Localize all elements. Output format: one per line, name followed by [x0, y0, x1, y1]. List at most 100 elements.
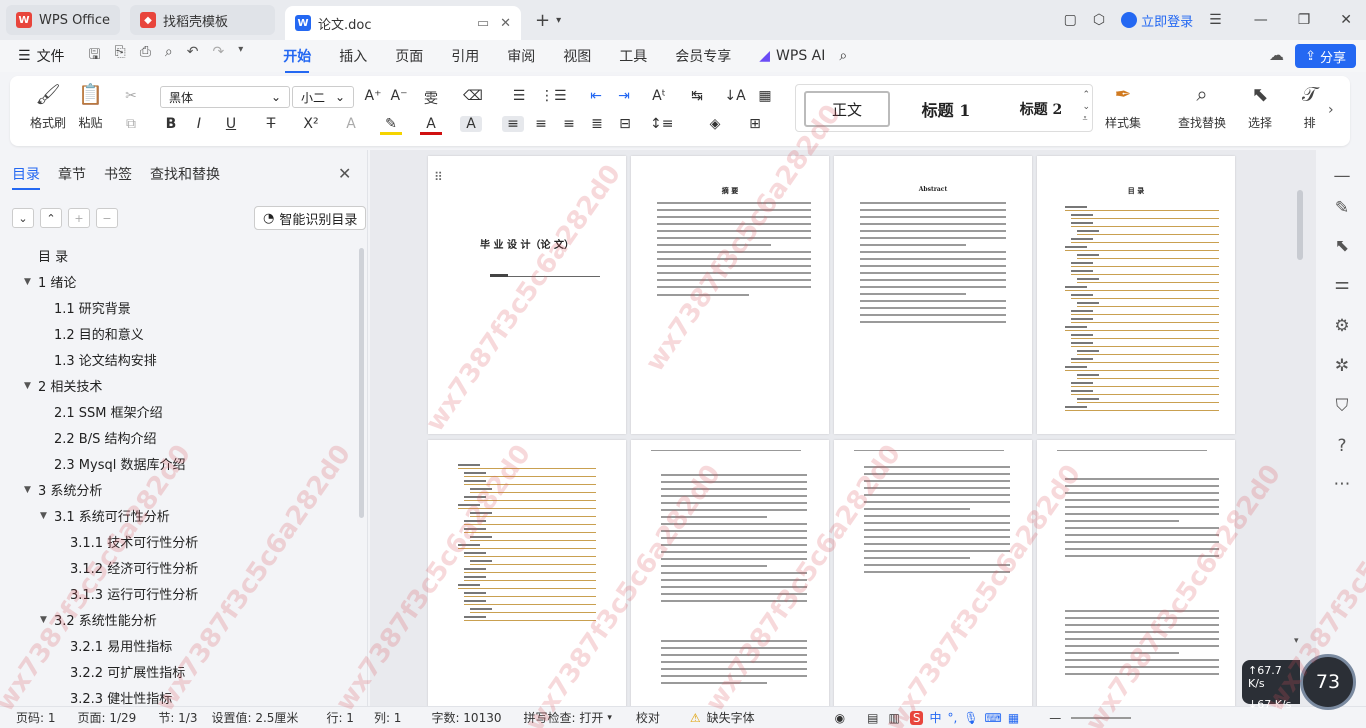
close-icon[interactable]: ✕ — [338, 164, 351, 183]
redo-icon[interactable]: ↷ — [212, 44, 224, 68]
toc-item[interactable]: 1.2 目的和意义 — [54, 324, 144, 343]
column-icon[interactable]: ▦ — [754, 88, 776, 104]
toc-item[interactable]: 3.1.2 经济可行性分析 — [70, 558, 198, 577]
bold-icon[interactable]: B — [160, 116, 182, 132]
toc-item[interactable]: 1.1 研究背景 — [54, 298, 131, 317]
collapse-up-icon[interactable]: ⌃ — [40, 208, 62, 228]
zoom-out-icon[interactable]: — — [1049, 711, 1061, 725]
status-page[interactable]: 页面: 1/29 — [78, 709, 137, 726]
shirt-icon[interactable]: ⛉ — [1330, 396, 1354, 416]
text-direction-icon[interactable]: Aᵗ — [648, 88, 670, 104]
search-icon[interactable]: ⌕ — [839, 48, 847, 64]
toc-item[interactable]: 3.2.3 健壮性指标 — [70, 688, 172, 707]
tab-document[interactable]: W 论文.doc ▭ ✕ — [285, 6, 522, 40]
tab-member[interactable]: 会员专享 — [675, 46, 731, 66]
new-tab-icon[interactable]: + — [535, 10, 550, 31]
nav-tab-bookmark[interactable]: 书签 — [104, 164, 132, 184]
strikethrough-icon[interactable]: T — [260, 116, 282, 132]
toc-item[interactable]: ▼ 2 相关技术 — [24, 376, 102, 395]
line-wrap-icon[interactable]: ↹ — [686, 88, 708, 104]
bullet-list-icon[interactable]: ☰ — [508, 88, 530, 104]
toc-item[interactable]: 3.1.3 运行可行性分析 — [70, 584, 198, 603]
punct-icon[interactable]: °, — [947, 711, 957, 725]
distribute-icon[interactable]: ⊟ — [614, 116, 636, 132]
add-icon[interactable]: + — [68, 208, 90, 228]
expand-toggle-icon[interactable]: ▼ — [24, 485, 38, 495]
chevron-right-icon[interactable]: › — [1328, 102, 1334, 118]
settings-icon[interactable]: ⚙ — [1330, 316, 1354, 336]
page-1-cover[interactable]: ⠿ 毕 业 设 计（论 文） — [428, 156, 626, 434]
page-2-abstract-cn[interactable]: 摘 要 — [631, 156, 829, 434]
layout-icon[interactable]: ▢ — [1064, 12, 1077, 28]
toc-item[interactable]: 2.1 SSM 框架介绍 — [54, 402, 163, 421]
chevron-down-icon[interactable]: ▾ — [556, 15, 561, 26]
paste-button[interactable]: 📋 粘贴 — [78, 82, 103, 131]
tab-page[interactable]: 页面 — [395, 46, 423, 66]
remove-icon[interactable]: − — [96, 208, 118, 228]
page-4-toc[interactable]: 目 录 — [1037, 156, 1235, 434]
drag-handle-icon[interactable]: ⠿ — [434, 170, 443, 184]
close-window-icon[interactable]: ✕ — [1340, 12, 1352, 28]
toc-item[interactable]: 2.2 B/S 结构介绍 — [54, 428, 157, 447]
chevron-down-icon[interactable]: ▾ — [238, 44, 243, 68]
italic-icon[interactable]: I — [188, 116, 210, 132]
cut-icon[interactable]: ✂ — [120, 88, 142, 104]
mic-icon[interactable]: 🎙 — [963, 711, 978, 725]
font-color-icon[interactable]: A — [420, 116, 442, 135]
border-icon[interactable]: ⊞ — [744, 116, 766, 132]
tab-insert[interactable]: 插入 — [339, 46, 367, 66]
outdent-icon[interactable]: ⇤ — [585, 88, 607, 104]
cube-icon[interactable]: ⬡ — [1093, 12, 1105, 28]
chevron-down-icon[interactable]: ▾ — [607, 713, 612, 723]
status-missing-font[interactable]: 缺失字体 — [707, 709, 755, 726]
expand-toggle-icon[interactable]: ▼ — [40, 511, 54, 521]
file-menu[interactable]: ☰ 文件 — [18, 46, 65, 66]
toc-item[interactable]: 1.3 论文结构安排 — [54, 350, 157, 369]
underline-icon[interactable]: U — [220, 116, 242, 132]
smart-toc-button[interactable]: ◔ 智能识别目录 — [254, 206, 367, 230]
expand-toggle-icon[interactable]: ▼ — [24, 277, 38, 287]
page-5-toc-cont[interactable] — [428, 440, 626, 706]
minimize-icon[interactable]: — — [1254, 12, 1268, 28]
page-6-chapter-1[interactable] — [631, 440, 829, 706]
toc-item[interactable]: 3.2.1 易用性指标 — [70, 636, 172, 655]
help-icon[interactable]: ? — [1330, 436, 1354, 456]
sort-icon[interactable]: ↓A — [724, 88, 746, 104]
font-name-select[interactable]: 黑体 ⌄ — [160, 86, 290, 108]
status-spell-check[interactable]: 拼写检查: 打开 — [523, 709, 603, 726]
print-preview-icon[interactable]: ⌕ — [165, 44, 173, 68]
login-button[interactable]: 立即登录 — [1121, 11, 1193, 30]
status-setting[interactable]: 设置值: 2.5厘米 — [211, 709, 298, 726]
gallery-scroll-icon[interactable]: ⌃ ⌄ ⩡ — [1082, 89, 1090, 125]
scroll-down-icon[interactable]: ▾ — [1294, 636, 1299, 646]
close-tab-icon[interactable]: ✕ — [500, 16, 511, 31]
font-shrink-icon[interactable]: A⁻ — [388, 88, 410, 104]
font-grow-icon[interactable]: A⁺ — [362, 88, 384, 104]
minus-icon[interactable]: — — [1330, 166, 1354, 186]
tab-daoke[interactable]: ◆ 找稻壳模板 — [130, 5, 276, 35]
select-button[interactable]: ⬉ 选择 — [1248, 82, 1272, 131]
tab-reference[interactable]: 引用 — [451, 46, 479, 66]
phonetic-icon[interactable]: 雯 — [420, 88, 442, 108]
align-right-icon[interactable]: ≡ — [558, 116, 580, 132]
nav-tab-find[interactable]: 查找和替换 — [150, 164, 220, 184]
nav-tab-chapter[interactable]: 章节 — [58, 164, 86, 184]
toc-item[interactable]: 3.1.1 技术可行性分析 — [70, 532, 198, 551]
expand-down-icon[interactable]: ⌄ — [12, 208, 34, 228]
window-icon[interactable]: ▭ — [477, 16, 489, 31]
align-center-icon[interactable]: ≡ — [530, 116, 552, 132]
menu-icon[interactable]: ☰ — [1209, 12, 1222, 28]
ime-logo-icon[interactable]: S — [909, 710, 924, 725]
pen-icon[interactable]: ✎ — [1330, 198, 1354, 218]
superscript-icon[interactable]: X² — [300, 116, 322, 132]
tab-tools[interactable]: 工具 — [619, 46, 647, 66]
toc-item[interactable]: 3.2.2 可扩展性指标 — [70, 662, 185, 681]
export-icon[interactable]: ⎘ — [115, 44, 126, 68]
pointer-icon[interactable]: ⬉ — [1330, 236, 1354, 256]
typeset-button[interactable]: 𝒯 排 — [1302, 82, 1317, 131]
sliders-icon[interactable]: ⚌ — [1330, 274, 1354, 294]
highlight-icon[interactable]: ✎ — [380, 116, 402, 135]
toc-item[interactable]: 目 录 — [38, 246, 68, 265]
tab-view[interactable]: 视图 — [563, 46, 591, 66]
toc-item[interactable]: ▼ 3.1 系统可行性分析 — [40, 506, 170, 525]
